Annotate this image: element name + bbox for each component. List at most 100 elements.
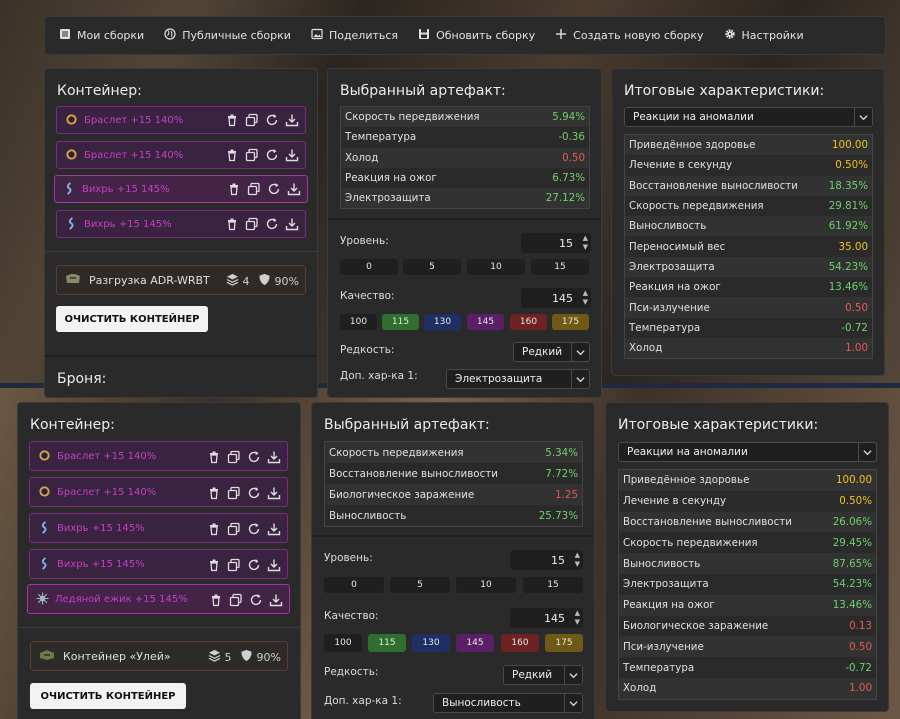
- bottom-quality-preset[interactable]: 160: [501, 634, 539, 652]
- download-icon[interactable]: [267, 557, 281, 576]
- top-level-preset[interactable]: 10: [467, 259, 525, 275]
- top-quality-preset[interactable]: 100: [340, 314, 377, 330]
- whirl-icon: [63, 180, 76, 199]
- top-container-item[interactable]: Разгрузка ADR-WRBT 4 90%: [56, 265, 306, 295]
- refresh-icon[interactable]: [267, 181, 281, 200]
- top-container-slots: 4: [242, 274, 250, 288]
- top-level-preset[interactable]: 15: [531, 259, 589, 275]
- copy-icon[interactable]: [227, 521, 241, 540]
- download-icon[interactable]: [285, 216, 299, 235]
- download-icon[interactable]: [267, 485, 281, 504]
- bottom-artifact-row[interactable]: Браслет +15 140%: [29, 441, 288, 471]
- top-quality-input[interactable]: 145 ▲ ▼: [521, 288, 591, 308]
- bottom-artifact-name: Вихрь +15 145%: [57, 522, 145, 534]
- copy-icon[interactable]: [227, 449, 241, 468]
- bottom-quality-preset[interactable]: 145: [456, 634, 494, 652]
- download-icon[interactable]: [287, 181, 301, 200]
- create-build-button[interactable]: Создать новую сборку: [555, 28, 704, 43]
- whirl-icon: [38, 555, 51, 574]
- public-builds-button[interactable]: Публичные сборки: [164, 28, 291, 43]
- top-clear-container-button[interactable]: ОЧИСТИТЬ КОНТЕЙНЕР: [56, 306, 208, 332]
- top-artifact-row-selected[interactable]: Вихрь +15 145%: [54, 175, 308, 203]
- bottom-level-preset[interactable]: 15: [523, 577, 583, 593]
- refresh-icon[interactable]: [247, 449, 261, 468]
- top-artifact-row[interactable]: Браслет +15 140%: [56, 141, 306, 169]
- my-builds-button[interactable]: Мои сборки: [59, 28, 144, 43]
- bottom-clear-container-button[interactable]: ОЧИСТИТЬ КОНТЕЙНЕР: [30, 683, 186, 709]
- stat-row: Пси-излучение 0.50: [619, 636, 876, 658]
- bottom-level-preset[interactable]: 5: [390, 577, 450, 593]
- top-quality-preset[interactable]: 175: [552, 314, 589, 330]
- bottom-level-preset[interactable]: 10: [456, 577, 516, 593]
- bottom-artifact-row[interactable]: Вихрь +15 145%: [29, 513, 288, 543]
- update-build-label: Обновить сборку: [436, 29, 536, 42]
- bottom-extra-select[interactable]: Выносливость: [433, 693, 583, 713]
- top-artifact-row[interactable]: Браслет +15 140%: [56, 106, 306, 134]
- trash-icon[interactable]: [225, 112, 239, 131]
- bottom-level-preset[interactable]: 0: [324, 577, 384, 593]
- copy-icon[interactable]: [247, 181, 261, 200]
- top-level-preset[interactable]: 5: [403, 259, 461, 275]
- copy-icon[interactable]: [245, 112, 259, 131]
- bottom-artifact-row-selected[interactable]: Ледяной ежик +15 145%: [27, 584, 290, 614]
- trash-icon[interactable]: [225, 147, 239, 166]
- my-builds-label: Мои сборки: [77, 29, 145, 42]
- bottom-container-panel: Контейнер: Браслет +15 140% Браслет +15 …: [17, 402, 301, 719]
- trash-icon[interactable]: [207, 449, 221, 468]
- plus-icon: [555, 28, 567, 43]
- download-icon[interactable]: [285, 147, 299, 166]
- refresh-icon[interactable]: [265, 147, 279, 166]
- bottom-artifact-row[interactable]: Браслет +15 140%: [29, 477, 288, 507]
- trash-icon[interactable]: [207, 557, 221, 576]
- bottom-level-input[interactable]: 15 ▲ ▼: [510, 550, 583, 570]
- trash-icon[interactable]: [207, 521, 221, 540]
- bottom-quality-preset[interactable]: 130: [412, 634, 450, 652]
- bottom-quality-preset[interactable]: 115: [368, 634, 406, 652]
- trash-icon[interactable]: [209, 592, 223, 611]
- trash-icon[interactable]: [207, 485, 221, 504]
- top-artifact-actions: [225, 112, 299, 131]
- refresh-icon[interactable]: [247, 557, 261, 576]
- update-build-button[interactable]: Обновить сборку: [418, 28, 535, 43]
- bottom-artifact-actions: [207, 485, 281, 504]
- download-icon[interactable]: [267, 449, 281, 468]
- public-builds-label: Публичные сборки: [182, 29, 291, 42]
- share-button[interactable]: Поделиться: [311, 28, 398, 43]
- refresh-icon[interactable]: [265, 216, 279, 235]
- download-icon[interactable]: [269, 592, 283, 611]
- refresh-icon[interactable]: [247, 485, 261, 504]
- top-quality-preset[interactable]: 160: [510, 314, 547, 330]
- refresh-icon[interactable]: [249, 592, 263, 611]
- top-artifact-row[interactable]: Вихрь +15 145%: [56, 210, 306, 238]
- top-rarity-select[interactable]: Редкий: [513, 342, 590, 362]
- trash-icon[interactable]: [225, 216, 239, 235]
- top-quality-preset[interactable]: 145: [467, 314, 504, 330]
- top-quality-preset[interactable]: 130: [424, 314, 461, 330]
- bottom-artifact-name: Ледяной ежик +15 145%: [55, 593, 188, 605]
- top-extra-select[interactable]: Электрозащита: [446, 369, 590, 389]
- copy-icon[interactable]: [229, 592, 243, 611]
- bottom-quality-preset[interactable]: 100: [324, 634, 362, 652]
- download-icon[interactable]: [267, 521, 281, 540]
- copy-icon[interactable]: [245, 216, 259, 235]
- trash-icon[interactable]: [227, 181, 241, 200]
- refresh-icon[interactable]: [247, 521, 261, 540]
- bottom-artifact-row[interactable]: Вихрь +15 145%: [29, 549, 288, 579]
- top-level-input[interactable]: 15 ▲ ▼: [521, 233, 591, 253]
- refresh-icon[interactable]: [265, 112, 279, 131]
- copy-icon[interactable]: [227, 557, 241, 576]
- bottom-totals-filter[interactable]: Реакции на аномалии: [618, 442, 877, 462]
- bottom-container-item[interactable]: Контейнер «Улей» 5 90%: [30, 641, 288, 671]
- bottom-quality-preset[interactable]: 175: [545, 634, 583, 652]
- copy-icon[interactable]: [227, 485, 241, 504]
- top-rarity-label: Редкость:: [340, 344, 395, 356]
- download-icon[interactable]: [285, 112, 299, 131]
- bottom-rarity-select[interactable]: Редкий: [503, 665, 583, 685]
- top-level-preset[interactable]: 0: [340, 259, 398, 275]
- bottom-selected-separator: [312, 535, 594, 537]
- copy-icon[interactable]: [245, 147, 259, 166]
- top-totals-filter[interactable]: Реакции на аномалии: [624, 107, 873, 127]
- bottom-quality-input[interactable]: 145 ▲ ▼: [510, 608, 583, 628]
- top-quality-preset[interactable]: 115: [382, 314, 419, 330]
- settings-button[interactable]: Настройки: [724, 28, 804, 43]
